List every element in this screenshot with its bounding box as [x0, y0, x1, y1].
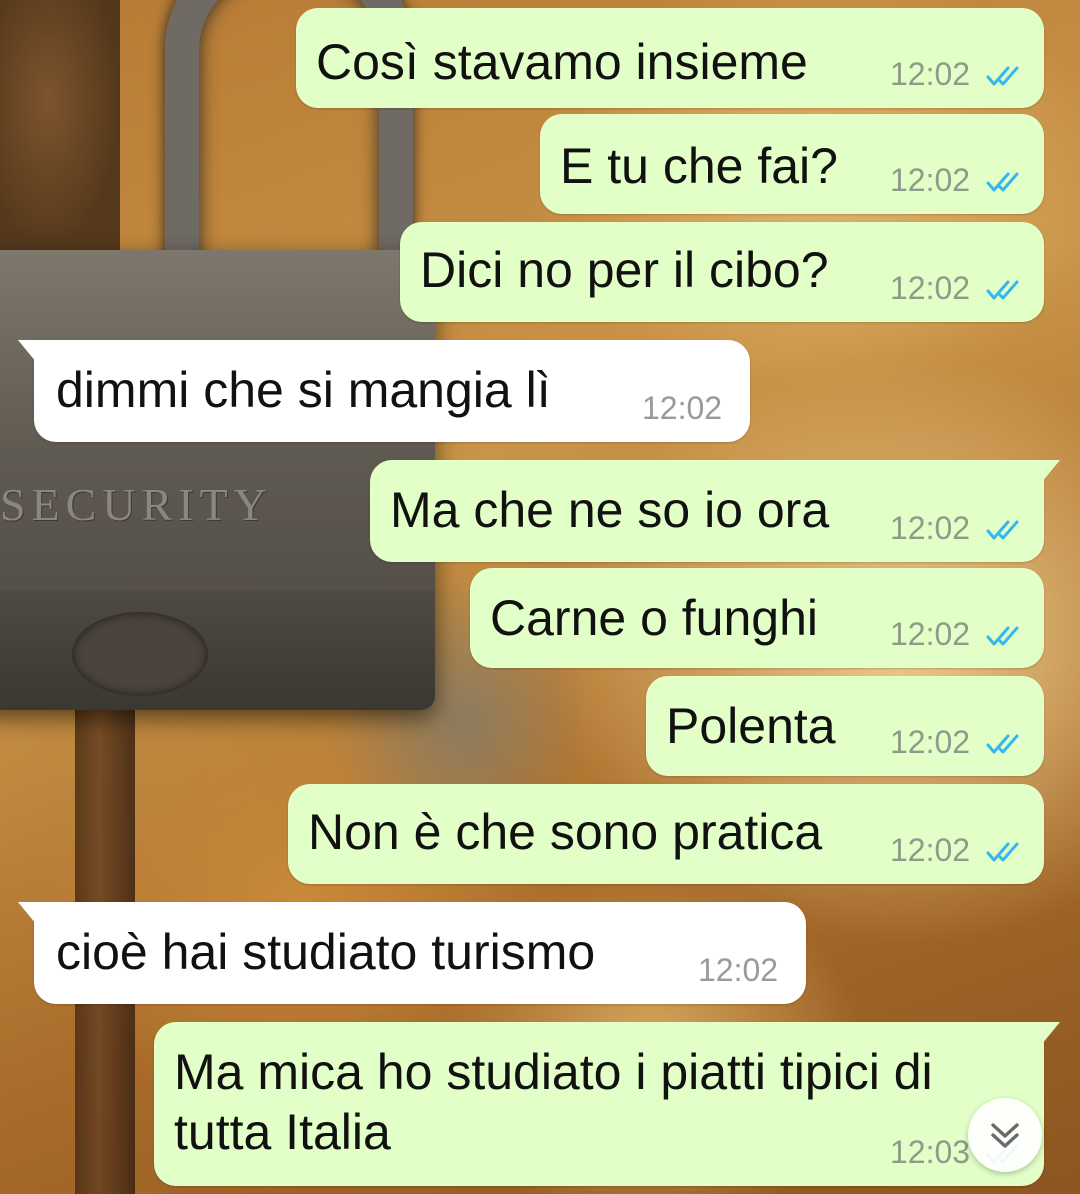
message-outgoing[interactable]: Non è che sono pratica 12:02: [288, 784, 1044, 884]
message-text: Ma mica ho studiato i piatti tipici di t…: [174, 1044, 933, 1160]
padlock-base: [0, 590, 435, 710]
message-incoming[interactable]: cioè hai studiato turismo 12:02: [18, 902, 806, 1004]
chevron-double-down-icon: [991, 1123, 1019, 1148]
double-check-icon: [986, 842, 1019, 862]
message-outgoing[interactable]: Così stavamo insieme 12:02: [296, 8, 1044, 108]
message-text: Così stavamo insieme: [316, 34, 808, 90]
message-text: cioè hai studiato turismo: [56, 924, 596, 980]
message-text: Carne o funghi: [490, 590, 819, 646]
message-text: Dici no per il cibo?: [420, 242, 829, 298]
message-outgoing[interactable]: Polenta 12:02: [646, 676, 1044, 776]
double-check-icon: [986, 280, 1019, 300]
message-text: Non è che sono pratica: [308, 804, 823, 860]
message-outgoing[interactable]: Ma che ne so io ora 12:02: [370, 460, 1060, 562]
message-outgoing[interactable]: Carne o funghi 12:02: [470, 568, 1044, 668]
message-time: 12:02: [642, 390, 723, 426]
double-check-icon: [986, 734, 1019, 754]
message-time: 12:03: [890, 1134, 971, 1170]
message-outgoing[interactable]: E tu che fai? 12:02: [540, 114, 1044, 214]
double-check-icon: [986, 626, 1019, 646]
message-text: Ma che ne so io ora: [390, 482, 830, 538]
message-time: 12:02: [890, 56, 971, 92]
double-check-icon: [986, 172, 1019, 192]
message-text: dimmi che si mangia lì: [56, 362, 551, 418]
message-time: 12:02: [890, 616, 971, 652]
scroll-to-bottom-button[interactable]: [968, 1098, 1042, 1172]
message-time: 12:02: [890, 270, 971, 306]
message-outgoing[interactable]: Ma mica ho studiato i piatti tipici di t…: [154, 1022, 1060, 1186]
padlock-keyhole: [72, 612, 208, 696]
message-outgoing[interactable]: Dici no per il cibo? 12:02: [400, 222, 1044, 322]
wallpaper-rust: [0, 0, 120, 250]
message-time: 12:02: [890, 510, 971, 546]
message-time: 12:02: [890, 162, 971, 198]
message-time: 12:02: [890, 832, 971, 868]
message-incoming[interactable]: dimmi che si mangia lì 12:02: [18, 340, 750, 442]
double-check-icon: [986, 520, 1019, 540]
padlock-engraving: SECURITY: [0, 479, 273, 530]
double-check-icon: [986, 66, 1019, 86]
message-text: Polenta: [666, 698, 836, 754]
message-time: 12:02: [890, 724, 971, 760]
message-time: 12:02: [698, 952, 779, 988]
message-text: E tu che fai?: [560, 138, 838, 194]
